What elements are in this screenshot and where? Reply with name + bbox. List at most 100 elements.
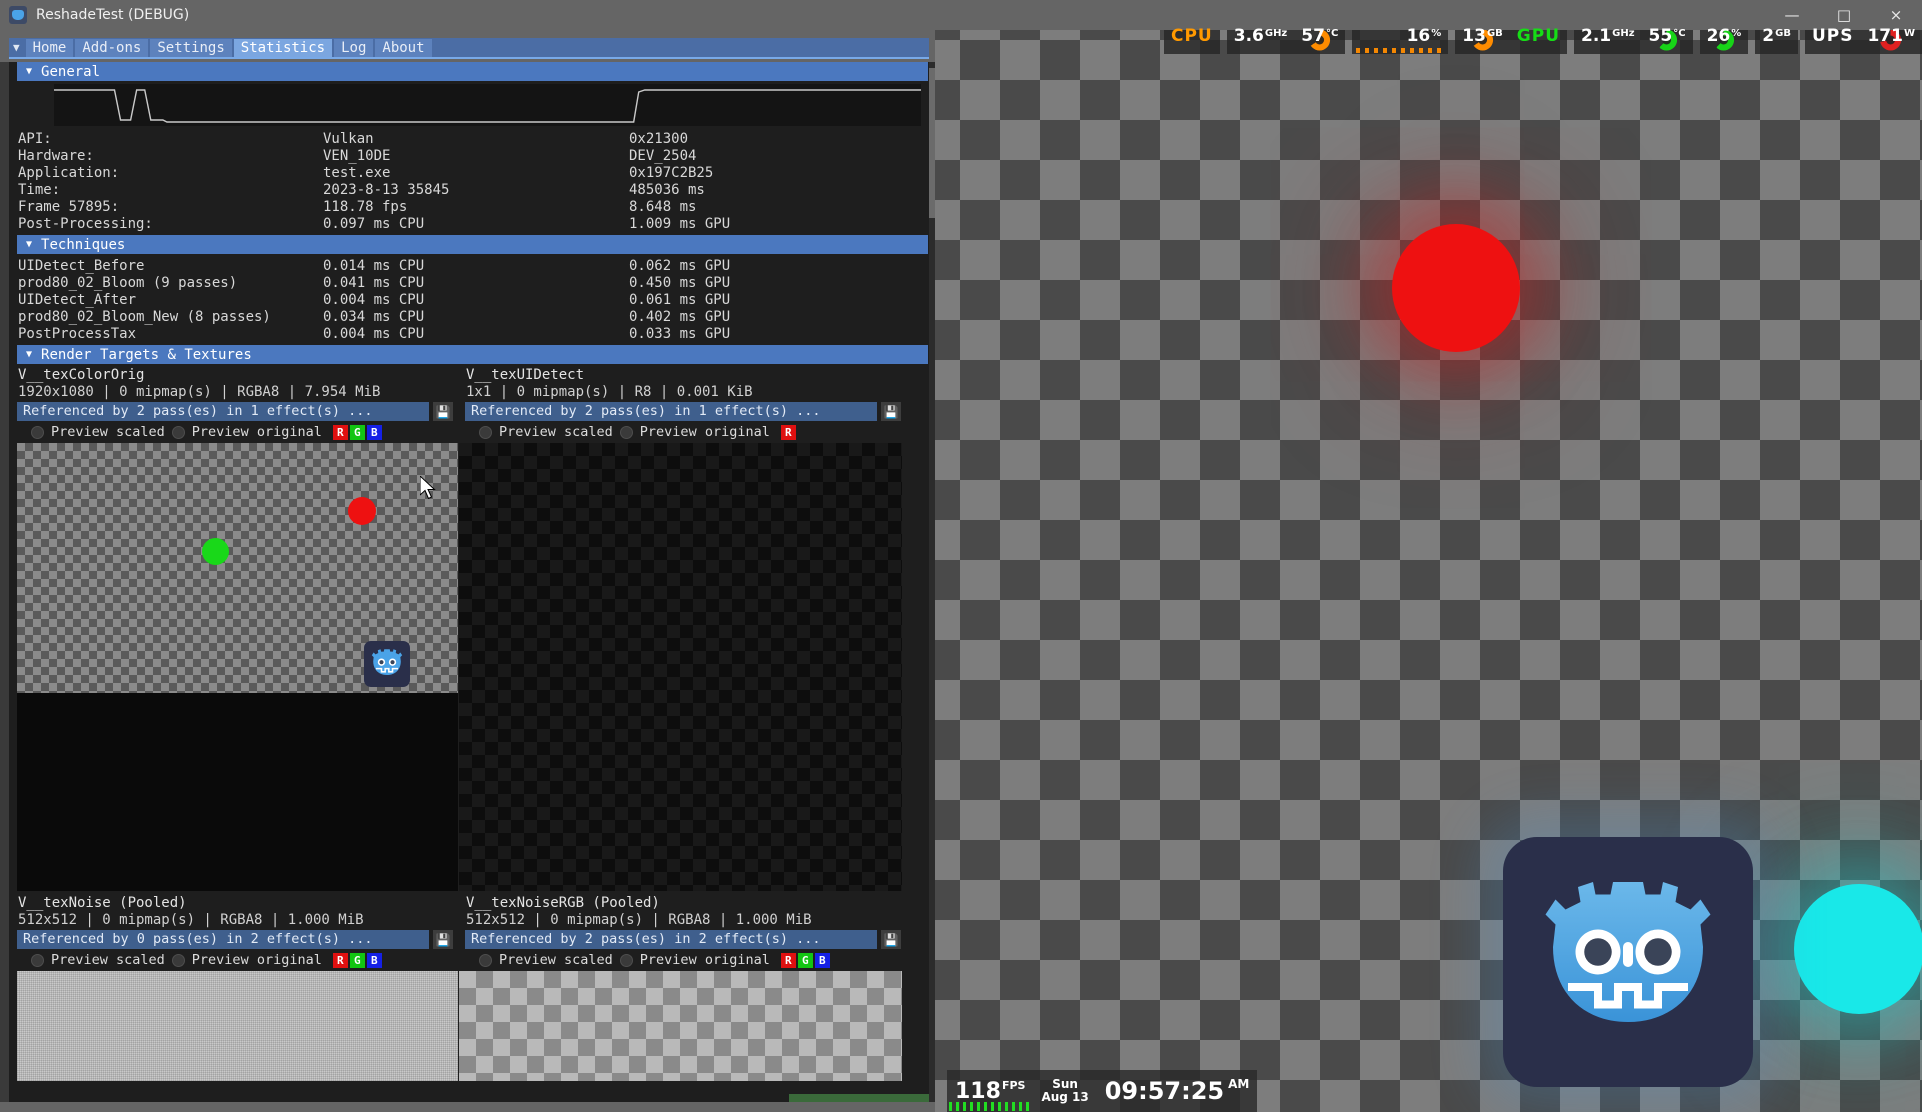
cpu-load-bars-icon xyxy=(1356,48,1445,53)
frametime-graph-line xyxy=(54,84,921,126)
section-header-render-targets[interactable]: ▼ Render Targets & Textures xyxy=(17,345,928,364)
texture-preview-colororig[interactable] xyxy=(17,443,458,891)
preview-original-label: Preview original xyxy=(639,952,770,968)
preview-scaled-radio[interactable] xyxy=(31,953,44,967)
stat-row: Application: test.exe 0x197C2B25 xyxy=(18,164,714,181)
tab-statistics[interactable]: Statistics xyxy=(233,38,333,57)
channel-r-toggle[interactable]: R xyxy=(780,424,796,440)
hw-gpu-label: GPU xyxy=(1509,26,1568,54)
channel-b-toggle[interactable]: B xyxy=(814,952,830,968)
window-title: ReshadeTest (DEBUG) xyxy=(36,7,190,23)
hw-ups-power: 171 W xyxy=(1860,26,1922,54)
channel-toggles: R G B xyxy=(332,952,382,968)
app-icon xyxy=(9,6,27,24)
technique-row: prod80_02_Bloom (9 passes) 0.041 ms CPU … xyxy=(18,274,731,291)
tab-settings[interactable]: Settings xyxy=(150,38,232,57)
preview-scaled-radio[interactable] xyxy=(479,953,492,967)
texture-reference-row: Referenced by 2 pass(es) in 2 effect(s) … xyxy=(457,930,905,949)
hw-gpu-memory: 2 GB xyxy=(1755,26,1798,54)
hw-cpu-temp: 57 °C xyxy=(1294,26,1346,54)
preview-scaled-label: Preview scaled xyxy=(499,952,613,968)
gpu-label-text: GPU xyxy=(1516,26,1561,46)
texture-reference[interactable]: Referenced by 2 pass(es) in 2 effect(s) … xyxy=(465,930,877,949)
hw-cpu-clock: 3.6 GHz xyxy=(1226,26,1295,54)
texture-reference-row: Referenced by 2 pass(es) in 1 effect(s) … xyxy=(9,402,457,421)
channel-g-toggle[interactable]: G xyxy=(349,952,365,968)
technique-row: UIDetect_Before 0.014 ms CPU 0.062 ms GP… xyxy=(18,257,731,274)
hw-cpu-label: CPU xyxy=(1163,26,1220,54)
hardware-monitor-overlay: CPU 3.6 GHz 57 °C 16% 13 GB GPU 2.1 GHz 55 °C… xyxy=(1163,26,1922,54)
technique-row: PostProcessTax 0.004 ms CPU 0.033 ms GPU xyxy=(18,325,731,342)
texture-options: Preview scaled Preview original R xyxy=(457,421,905,443)
hw-cpu-memory: 13 GB xyxy=(1455,26,1510,54)
texture-reference-row: Referenced by 0 pass(es) in 2 effect(s) … xyxy=(9,930,457,949)
preview-original-radio[interactable] xyxy=(619,953,633,967)
stat-row: Time: 2023-8-13 35845 485036 ms xyxy=(18,181,705,198)
window-titlebar[interactable]: ReshadeTest (DEBUG) — □ × xyxy=(0,0,1922,30)
texture-row-top: V__texColorOrig 1920x1080 | 0 mipmap(s) … xyxy=(9,367,929,891)
chevron-down-icon: ▼ xyxy=(26,349,33,360)
channel-g-toggle[interactable]: G xyxy=(797,952,813,968)
save-icon[interactable]: 💾 xyxy=(881,402,901,421)
date-month-day: Aug 13 xyxy=(1041,1090,1089,1104)
texture-name: V__texNoiseRGB (Pooled) xyxy=(466,895,660,911)
texture-preview-noisergb[interactable] xyxy=(459,971,902,1081)
technique-row: UIDetect_After 0.004 ms CPU 0.061 ms GPU xyxy=(18,291,731,308)
preview-scaled-label: Preview scaled xyxy=(499,424,613,440)
texture-card: V__texNoiseRGB (Pooled) 512x512 | 0 mipm… xyxy=(457,895,905,1081)
channel-toggles: R xyxy=(780,424,796,440)
texture-options: Preview scaled Preview original R G B xyxy=(9,949,457,971)
tab-log[interactable]: Log xyxy=(334,38,374,57)
texture-reference[interactable]: Referenced by 2 pass(es) in 1 effect(s) … xyxy=(17,402,429,421)
preview-scaled-radio[interactable] xyxy=(31,425,44,439)
texture-options: Preview scaled Preview original R G B xyxy=(9,421,457,443)
texture-meta: 1x1 | 0 mipmap(s) | R8 | 0.001 KiB xyxy=(466,384,753,400)
tab-home[interactable]: Home xyxy=(25,38,74,57)
chevron-down-icon: ▼ xyxy=(26,239,33,250)
channel-r-toggle[interactable]: R xyxy=(332,424,348,440)
stat-row: API: Vulkan 0x21300 xyxy=(18,130,689,147)
tab-about[interactable]: About xyxy=(375,38,432,57)
channel-r-toggle[interactable]: R xyxy=(780,952,796,968)
channel-g-toggle[interactable]: G xyxy=(349,424,365,440)
preview-godot-icon xyxy=(364,641,410,687)
preview-original-label: Preview original xyxy=(639,424,770,440)
cyan-ball-sprite xyxy=(1794,884,1922,1014)
preview-original-radio[interactable] xyxy=(619,425,633,439)
tab-add-ons[interactable]: Add-ons xyxy=(75,38,149,57)
save-icon[interactable]: 💾 xyxy=(881,930,901,949)
clock-display: 09:57:25 AM xyxy=(1096,1070,1258,1112)
texture-meta: 512x512 | 0 mipmap(s) | RGBA8 | 1.000 Mi… xyxy=(18,912,364,928)
chevron-down-icon: ▼ xyxy=(26,66,33,77)
preview-original-label: Preview original xyxy=(191,952,322,968)
texture-reference[interactable]: Referenced by 2 pass(es) in 1 effect(s) … xyxy=(465,402,877,421)
preview-original-radio[interactable] xyxy=(171,425,185,439)
section-title-techniques: Techniques xyxy=(41,236,126,253)
save-icon[interactable]: 💾 xyxy=(433,930,453,949)
save-icon[interactable]: 💾 xyxy=(433,402,453,421)
channel-b-toggle[interactable]: B xyxy=(366,424,382,440)
texture-reference[interactable]: Referenced by 0 pass(es) in 2 effect(s) … xyxy=(17,930,429,949)
texture-preview-uidetect[interactable] xyxy=(459,443,902,891)
horizontal-scrollbar[interactable] xyxy=(789,1094,929,1102)
tabbar-menu-icon[interactable]: ▼ xyxy=(9,41,26,54)
texture-name: V__texNoise (Pooled) xyxy=(18,895,187,911)
hw-ups-label: UPS xyxy=(1804,26,1861,54)
technique-row: prod80_02_Bloom_New (8 passes) 0.034 ms … xyxy=(18,308,731,325)
stat-row: Post-Processing: 0.097 ms CPU 1.009 ms G… xyxy=(18,215,731,232)
date-display: Sun Aug 13 xyxy=(1033,1070,1097,1112)
texture-name: V__texColorOrig xyxy=(18,367,145,383)
preview-scaled-radio[interactable] xyxy=(479,425,492,439)
cpu-label-text: CPU xyxy=(1170,26,1213,46)
godot-logo-icon xyxy=(1503,837,1753,1087)
left-gutter xyxy=(0,62,9,1102)
hw-cpu-load: 16% xyxy=(1352,26,1449,54)
preview-original-radio[interactable] xyxy=(171,953,185,967)
texture-preview-noise[interactable] xyxy=(17,971,458,1081)
section-header-general[interactable]: ▼ General xyxy=(17,62,928,81)
channel-b-toggle[interactable]: B xyxy=(366,952,382,968)
section-header-techniques[interactable]: ▼ Techniques xyxy=(17,235,928,254)
channel-r-toggle[interactable]: R xyxy=(332,952,348,968)
hw-gpu-clock: 2.1 GHz xyxy=(1574,26,1642,54)
channel-toggles: R G B xyxy=(332,424,382,440)
